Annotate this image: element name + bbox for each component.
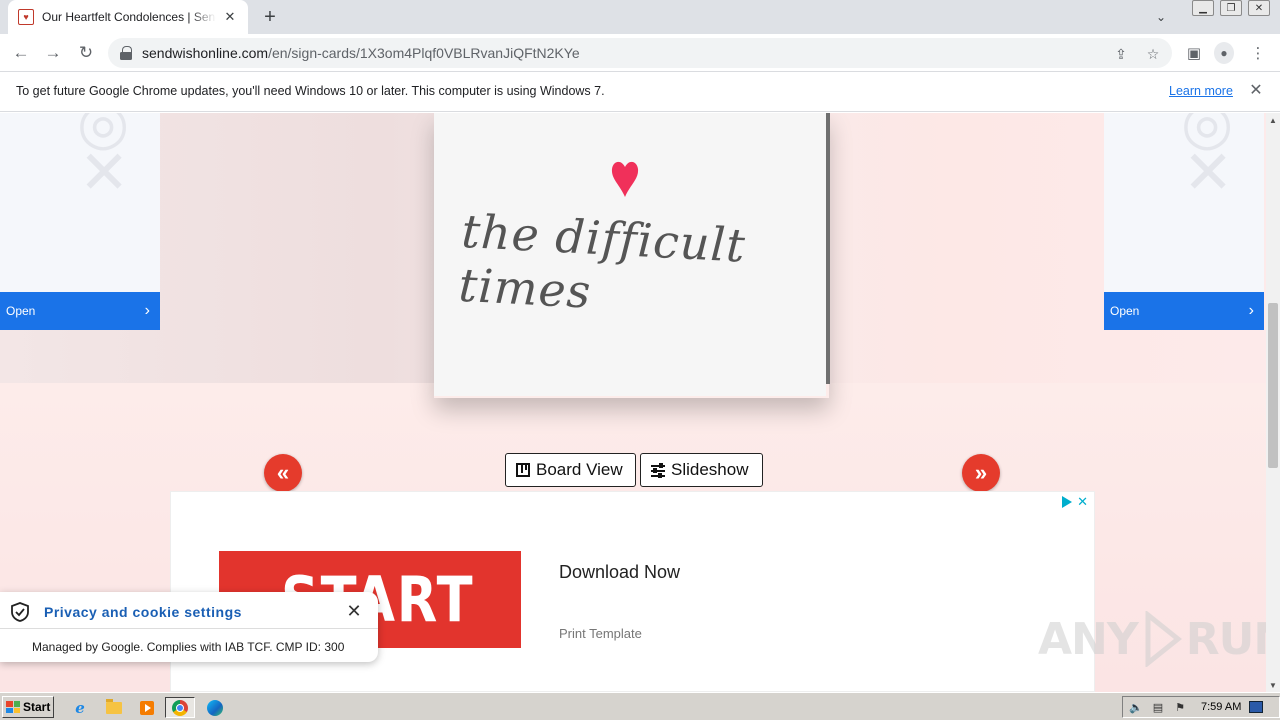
- ad-logo-mark-icon: ◎ ✕: [1181, 113, 1234, 208]
- side-ad-right[interactable]: ◎ ✕ Open ›: [1104, 113, 1264, 330]
- menu-kebab-icon[interactable]: ⋮: [1248, 43, 1268, 63]
- infobar-close-icon[interactable]: ✕: [1248, 82, 1264, 99]
- board-icon: [516, 463, 530, 477]
- ad-badges: ✕: [1061, 495, 1088, 508]
- close-window-button[interactable]: ✕: [1248, 0, 1270, 16]
- play-logo-icon: [1145, 611, 1182, 667]
- previous-page-button[interactable]: «: [264, 454, 302, 492]
- cookie-consent-banner[interactable]: Privacy and cookie settings ✕ Managed by…: [0, 592, 378, 662]
- side-ad-right-open-button[interactable]: Open ›: [1104, 292, 1264, 330]
- infobar-message: To get future Google Chrome updates, you…: [16, 84, 605, 98]
- slideshow-label: Slideshow: [671, 460, 749, 479]
- forward-arrow-icon[interactable]: →: [41, 41, 65, 65]
- windows-taskbar: Start e 🔈 ▤ ⚑ 7:59 AM: [0, 692, 1280, 720]
- scroll-down-arrow-icon[interactable]: ▼: [1266, 678, 1280, 692]
- minimize-button[interactable]: ▁: [1192, 0, 1214, 16]
- browser-toolbar: ← → ↻ sendwishonline.com/en/sign-cards/1…: [0, 34, 1280, 72]
- cookie-close-icon[interactable]: ✕: [344, 601, 364, 621]
- url-host: sendwishonline.com: [142, 45, 269, 61]
- url-path: /en/sign-cards/1X3om4Plqf0VBLRvanJiQFtN2…: [268, 45, 580, 61]
- board-view-button[interactable]: Board View: [505, 453, 636, 487]
- network-icon[interactable]: ▤: [1151, 700, 1165, 714]
- anyrun-watermark: ANY RUN: [1038, 611, 1266, 667]
- side-ad-left-open-button[interactable]: Open ›: [0, 292, 160, 330]
- side-ad-left[interactable]: ◎ ✕ Open ›: [0, 113, 160, 330]
- ad-close-icon[interactable]: ✕: [1077, 495, 1088, 508]
- watermark-text-right: RUN: [1185, 613, 1266, 665]
- heart-icon: [611, 161, 639, 197]
- windows-logo-icon: [6, 701, 20, 713]
- learn-more-link[interactable]: Learn more: [1169, 84, 1233, 98]
- card-favicon-icon: ♥: [18, 9, 34, 25]
- divider: [0, 628, 378, 629]
- ad-subtitle: Print Template: [559, 626, 642, 641]
- media-player-icon[interactable]: [135, 697, 159, 718]
- adchoices-icon[interactable]: [1061, 496, 1073, 508]
- tab-title: Our Heartfelt Condolences | Sendwishonli…: [42, 10, 216, 24]
- open-label: Open: [1110, 304, 1140, 318]
- action-center-flag-icon[interactable]: ⚑: [1173, 700, 1187, 714]
- tab-active[interactable]: ♥ Our Heartfelt Condolences | Sendwishon…: [8, 0, 248, 34]
- tab-strip: ♥ Our Heartfelt Condolences | Sendwishon…: [0, 0, 1280, 34]
- sliders-icon: [651, 462, 665, 478]
- share-icon[interactable]: ⇪: [1112, 45, 1130, 63]
- lock-icon[interactable]: [120, 46, 132, 60]
- edge-icon[interactable]: [203, 697, 227, 718]
- back-arrow-icon[interactable]: ←: [9, 41, 33, 65]
- cookie-settings-title[interactable]: Privacy and cookie settings: [44, 604, 242, 620]
- ad-logo-mark-icon: ◎ ✕: [77, 113, 130, 208]
- new-tab-button[interactable]: +: [258, 6, 282, 28]
- next-page-button[interactable]: »: [962, 454, 1000, 492]
- chevron-right-icon: ›: [144, 302, 150, 319]
- tab-close-icon[interactable]: ✕: [222, 9, 238, 25]
- internet-explorer-icon[interactable]: e: [68, 697, 92, 718]
- window-controls: ▁ ❐ ✕: [1192, 0, 1270, 18]
- start-button[interactable]: Start: [2, 696, 54, 718]
- side-panel-icon[interactable]: ▣: [1184, 43, 1204, 63]
- volume-icon[interactable]: 🔈: [1129, 700, 1143, 714]
- restore-button[interactable]: ❐: [1220, 0, 1242, 16]
- system-tray: 🔈 ▤ ⚑ 7:59 AM: [1122, 696, 1280, 718]
- scroll-up-arrow-icon[interactable]: ▲: [1266, 113, 1280, 127]
- ad-title-link[interactable]: Download Now: [559, 562, 680, 583]
- card-script-text: the difficult times: [457, 203, 748, 319]
- show-desktop-icon[interactable]: [1249, 701, 1264, 713]
- address-bar[interactable]: sendwishonline.com/en/sign-cards/1X3om4P…: [108, 38, 1172, 68]
- start-label: Start: [23, 700, 51, 714]
- chrome-taskbar-icon[interactable]: [165, 697, 195, 718]
- card-page-edge: [826, 113, 830, 384]
- reload-icon[interactable]: ↻: [74, 41, 98, 65]
- scroll-thumb[interactable]: [1268, 303, 1278, 468]
- page-scrollbar[interactable]: ▲ ▼: [1266, 113, 1280, 692]
- chevron-right-icon: ›: [1248, 302, 1254, 319]
- cookie-managed-text: Managed by Google. Complies with IAB TCF…: [32, 640, 345, 654]
- open-label: Open: [6, 304, 36, 318]
- update-infobar: To get future Google Chrome updates, you…: [0, 72, 1280, 112]
- tab-search-chevron-icon[interactable]: ⌄: [1150, 8, 1172, 26]
- slideshow-button[interactable]: Slideshow: [640, 453, 763, 487]
- shield-check-icon: [11, 602, 29, 622]
- url-text[interactable]: sendwishonline.com/en/sign-cards/1X3om4P…: [142, 45, 580, 61]
- avatar: ●: [1214, 42, 1234, 64]
- clock[interactable]: 7:59 AM: [1201, 701, 1241, 713]
- board-view-label: Board View: [536, 460, 623, 479]
- watermark-text-left: ANY: [1038, 613, 1139, 665]
- file-explorer-icon[interactable]: [102, 697, 126, 718]
- bookmark-star-icon[interactable]: ☆: [1144, 45, 1162, 63]
- profile-icon[interactable]: ●: [1214, 42, 1234, 64]
